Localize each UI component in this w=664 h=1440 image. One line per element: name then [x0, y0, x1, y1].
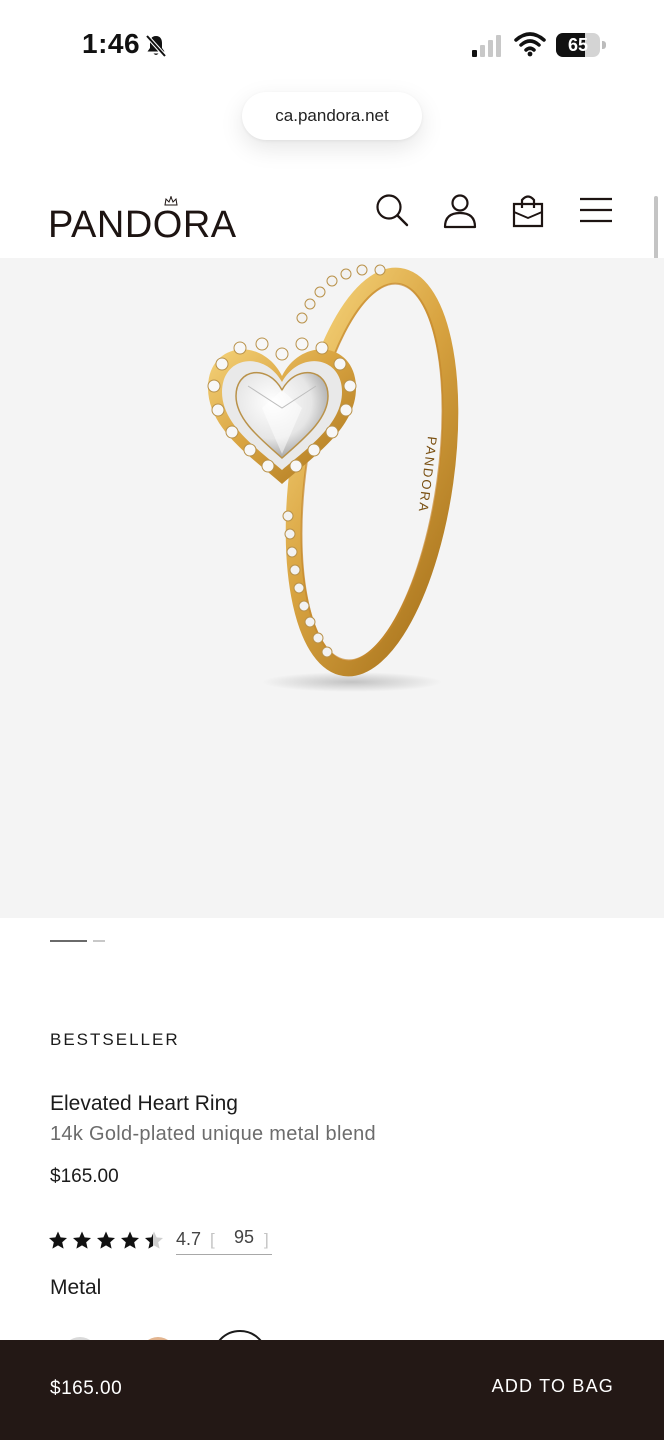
sticky-price: $165.00: [50, 1378, 123, 1399]
bracket-right: ]: [264, 1230, 269, 1249]
battery-level: 65: [567, 35, 589, 55]
site-header: PANDORA: [0, 170, 664, 258]
battery-tip: [602, 41, 606, 49]
cellular-signal-icon: [472, 35, 501, 57]
review-count: 95: [234, 1227, 255, 1247]
carousel-dot[interactable]: [93, 940, 105, 942]
status-time: 1:46: [82, 28, 141, 59]
crown-icon: [164, 196, 178, 206]
battery-icon: 65: [556, 33, 606, 57]
product-image-carousel[interactable]: PANDORA: [0, 258, 664, 918]
bell-slash-icon: [145, 34, 167, 58]
wifi-icon: [514, 32, 546, 57]
star-icon: [121, 1231, 139, 1249]
product-name: Elevated Heart Ring: [50, 1092, 238, 1115]
account-icon[interactable]: [440, 190, 480, 230]
metal-label: Metal: [50, 1276, 102, 1299]
status-bar: 1:46 65: [0, 0, 664, 92]
bracket-left: [: [210, 1230, 215, 1249]
battery-body: 65: [556, 33, 600, 57]
star-rating[interactable]: [48, 1226, 168, 1254]
address-bar[interactable]: ca.pandora.net: [242, 92, 422, 140]
half-star-icon: [145, 1231, 163, 1249]
product-material: 14k Gold-plated unique metal blend: [50, 1123, 376, 1145]
menu-icon[interactable]: [576, 190, 616, 230]
add-to-bag-button[interactable]: ADD TO BAG: [492, 1376, 614, 1397]
shopping-bag-icon[interactable]: [508, 190, 548, 230]
product-price: $165.00: [50, 1166, 119, 1187]
ring-product-image: PANDORA: [207, 264, 459, 692]
search-icon[interactable]: [372, 190, 412, 230]
rating-value: 4.7: [176, 1229, 202, 1249]
carousel-dot-active[interactable]: [50, 940, 87, 942]
star-icon: [49, 1231, 67, 1249]
star-icon: [73, 1231, 91, 1249]
sticky-add-to-bag-bar: $165.00 ADD TO BAG: [0, 1340, 664, 1440]
logo-text: PANDORA: [48, 204, 237, 246]
star-icon: [97, 1231, 115, 1249]
rating-summary[interactable]: 4.7 [ 95 ]: [176, 1227, 272, 1255]
bestseller-badge: BESTSELLER: [50, 1030, 180, 1049]
